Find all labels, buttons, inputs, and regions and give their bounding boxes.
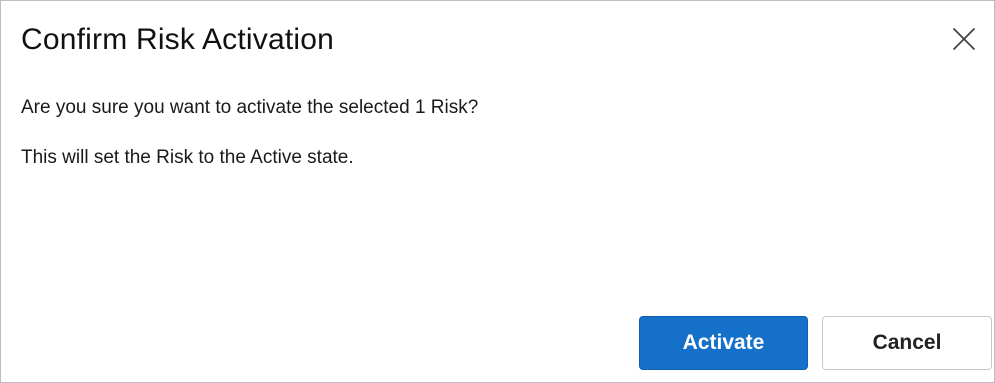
close-icon [951,26,977,52]
activate-button[interactable]: Activate [639,316,808,370]
dialog-footer: Activate Cancel [1,302,994,382]
confirm-dialog: Confirm Risk Activation Are you sure you… [0,0,995,383]
state-message: This will set the Risk to the Active sta… [21,147,354,168]
confirm-message: Are you sure you want to activate the se… [21,97,479,118]
close-button[interactable] [942,17,986,61]
dialog-header: Confirm Risk Activation [1,1,994,81]
cancel-button[interactable]: Cancel [822,316,992,370]
dialog-title: Confirm Risk Activation [21,23,335,56]
